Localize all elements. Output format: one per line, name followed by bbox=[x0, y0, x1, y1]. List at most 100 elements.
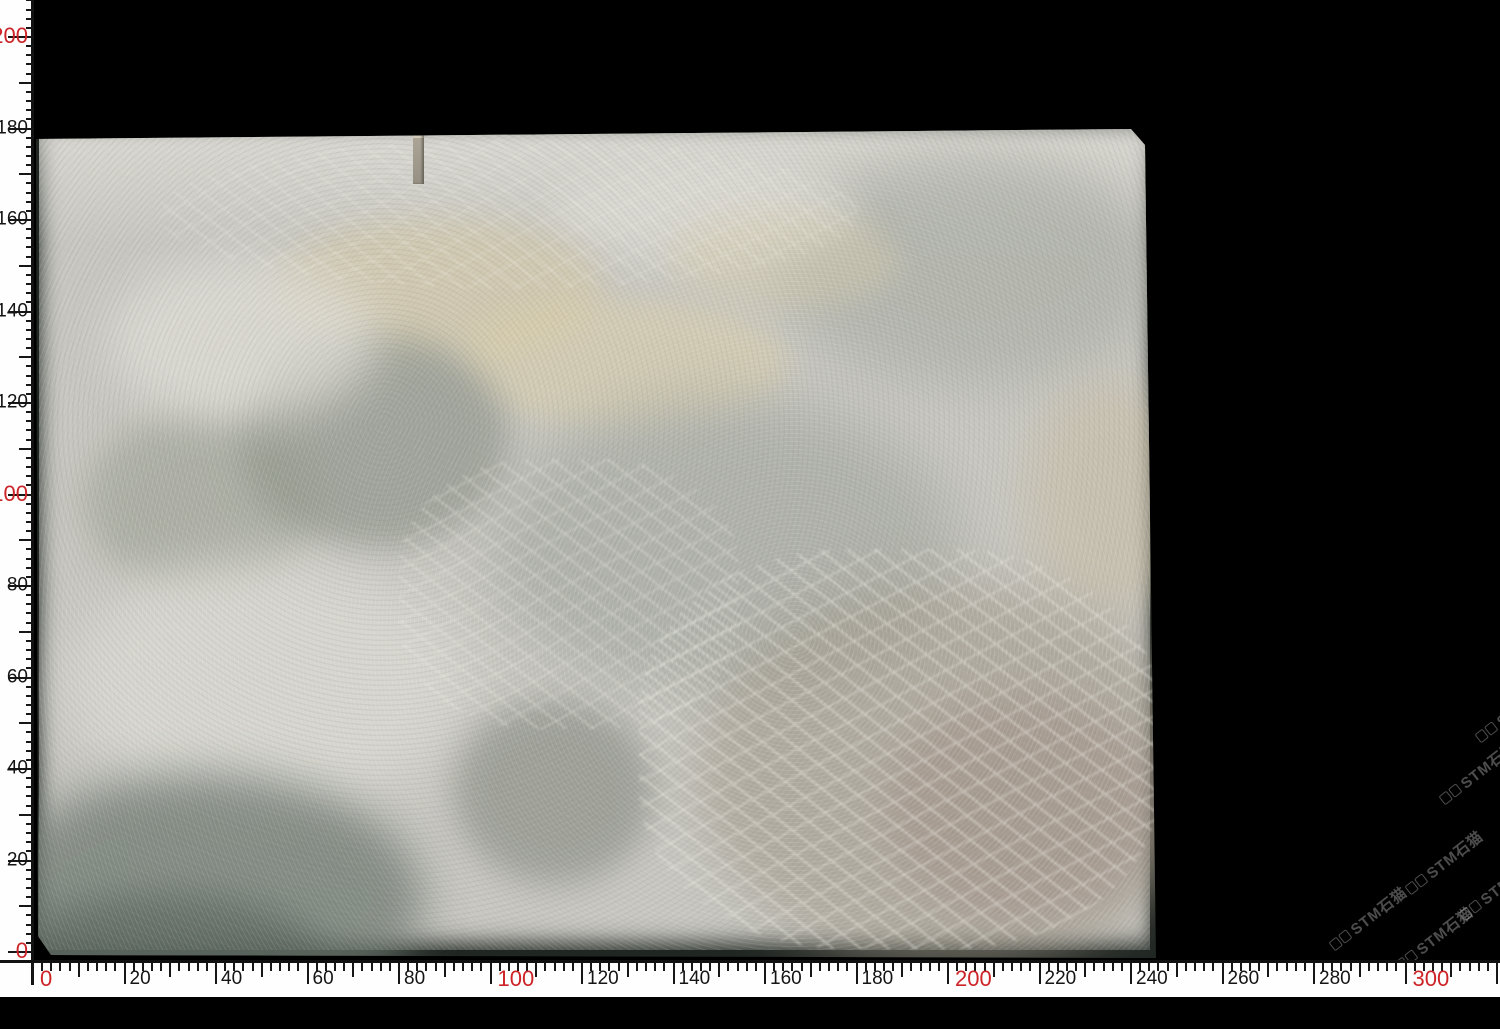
ruler-tick bbox=[215, 963, 217, 984]
ruler-tick bbox=[270, 963, 272, 971]
stone-slab bbox=[33, 124, 1157, 962]
ruler-tick bbox=[480, 963, 482, 971]
ruler-tick bbox=[26, 0, 34, 1]
ruler-tick bbox=[947, 963, 949, 984]
ruler-tick bbox=[26, 924, 34, 926]
ruler-bottom-label: 300 bbox=[1413, 968, 1450, 990]
ruler-tick bbox=[59, 963, 61, 971]
ruler-tick bbox=[1295, 963, 1297, 971]
ruler-tick bbox=[1286, 963, 1288, 971]
ruler-tick bbox=[26, 823, 34, 825]
ruler-tick bbox=[1359, 963, 1361, 977]
ruler-tick bbox=[26, 603, 34, 605]
ruler-tick bbox=[26, 878, 34, 880]
ruler-tick bbox=[993, 963, 995, 977]
ruler-tick bbox=[334, 963, 336, 971]
ruler-tick bbox=[1487, 963, 1489, 971]
ruler-tick bbox=[929, 963, 931, 971]
ruler-bottom-label: 220 bbox=[1045, 969, 1077, 988]
ruler-tick bbox=[26, 375, 34, 377]
ruler-bottom-label: 280 bbox=[1319, 969, 1351, 988]
ruler-tick bbox=[343, 963, 345, 971]
ruler-tick bbox=[1267, 963, 1269, 977]
ruler-left-label: 140 bbox=[0, 301, 28, 320]
ruler-tick bbox=[26, 695, 34, 697]
ruler-tick bbox=[26, 786, 34, 788]
ruler-tick bbox=[1121, 963, 1123, 971]
ruler-tick bbox=[26, 420, 34, 422]
ruler-bottom-label: 80 bbox=[404, 969, 425, 988]
ruler-tick bbox=[380, 963, 382, 971]
ruler-bottom-label: 20 bbox=[130, 969, 151, 988]
ruler-tick bbox=[636, 963, 638, 971]
ruler-tick bbox=[1203, 963, 1205, 971]
ruler-tick bbox=[26, 365, 34, 367]
watermark: STM石猫 bbox=[1455, 852, 1500, 926]
ruler-left-label: 200 bbox=[0, 25, 28, 47]
ruler-tick bbox=[105, 963, 107, 971]
ruler-tick bbox=[26, 805, 34, 807]
ruler-tick bbox=[307, 963, 309, 984]
ruler-left-label: 20 bbox=[7, 850, 28, 869]
ruler-tick bbox=[1405, 963, 1407, 984]
ruler-tick bbox=[673, 963, 675, 984]
ruler-tick bbox=[1112, 963, 1114, 971]
ruler-tick bbox=[654, 963, 656, 971]
ruler-tick bbox=[297, 963, 299, 971]
ruler-tick bbox=[26, 246, 34, 248]
ruler-tick bbox=[26, 841, 34, 843]
stm-cat-logo-icon bbox=[1458, 899, 1482, 921]
ruler-tick bbox=[26, 914, 34, 916]
ruler-tick bbox=[288, 963, 290, 971]
ruler-tick bbox=[26, 896, 34, 898]
ruler-left-label: 160 bbox=[0, 210, 28, 229]
ruler-tick bbox=[554, 963, 556, 971]
ruler-tick bbox=[837, 963, 839, 971]
ruler-tick bbox=[26, 832, 34, 834]
ruler-tick bbox=[1478, 963, 1480, 971]
ruler-bottom-label: 60 bbox=[313, 969, 334, 988]
ruler-tick bbox=[19, 814, 34, 816]
ruler-tick bbox=[19, 356, 34, 358]
ruler-tick bbox=[1084, 963, 1086, 977]
ruler-tick bbox=[718, 963, 720, 977]
ruler-tick bbox=[910, 963, 912, 971]
stm-cat-logo-icon bbox=[1438, 783, 1462, 805]
ruler-tick bbox=[26, 18, 34, 20]
ruler-tick bbox=[26, 457, 34, 459]
ruler-tick bbox=[856, 963, 858, 984]
ruler-tick bbox=[188, 963, 190, 971]
ruler-tick bbox=[26, 795, 34, 797]
ruler-tick bbox=[26, 704, 34, 706]
ruler-tick bbox=[197, 963, 199, 971]
ruler-bottom-label: 100 bbox=[498, 968, 535, 990]
ruler-tick bbox=[1459, 963, 1461, 971]
ruler-tick bbox=[1313, 963, 1315, 984]
ruler-tick bbox=[26, 731, 34, 733]
ruler-tick bbox=[87, 963, 89, 971]
ruler-tick bbox=[26, 347, 34, 349]
ruler-bottom-label: 180 bbox=[862, 969, 894, 988]
ruler-tick bbox=[1103, 963, 1105, 971]
ruler-tick bbox=[26, 439, 34, 441]
ruler-tick bbox=[26, 237, 34, 239]
ruler-tick bbox=[819, 963, 821, 971]
ruler-tick bbox=[535, 963, 537, 977]
slab-surface-texture bbox=[39, 129, 1150, 950]
texture-grain-overlay bbox=[39, 129, 1150, 950]
ruler-tick bbox=[1194, 963, 1196, 971]
ruler-tick bbox=[160, 963, 162, 971]
ruler-tick bbox=[1039, 963, 1041, 984]
ruler-tick bbox=[453, 963, 455, 971]
watermark-text: STM石猫 bbox=[1346, 882, 1411, 940]
ruler-left-label: 0 bbox=[16, 940, 28, 962]
ruler-tick bbox=[69, 963, 71, 971]
ruler-tick bbox=[361, 963, 363, 971]
ruler-tick bbox=[19, 265, 34, 267]
ruler-tick bbox=[26, 429, 34, 431]
ruler-tick bbox=[444, 963, 446, 977]
ruler-tick bbox=[19, 173, 34, 175]
ruler-tick bbox=[1386, 963, 1388, 971]
ruler-tick bbox=[26, 9, 34, 11]
watermark: STM石猫 bbox=[1325, 882, 1411, 956]
